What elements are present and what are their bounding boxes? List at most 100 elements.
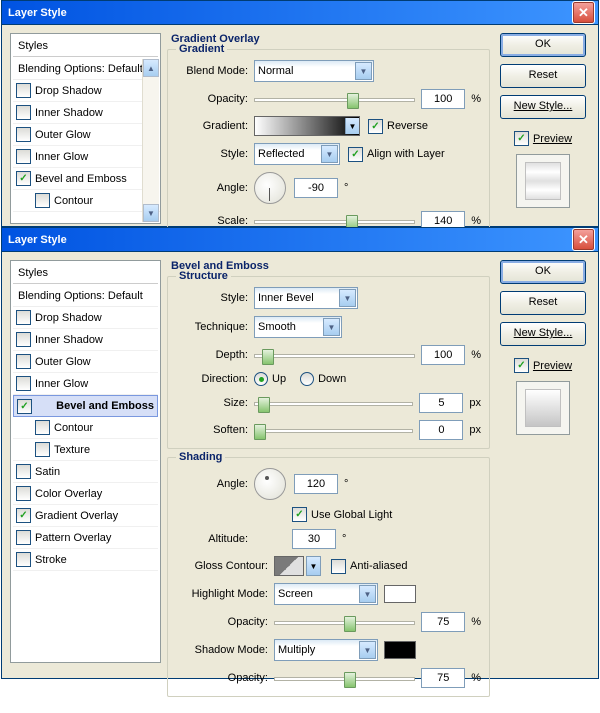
effect-label: Inner Shadow — [35, 107, 103, 119]
effect-checkbox[interactable] — [16, 530, 31, 545]
highlight-color-picker[interactable] — [384, 585, 416, 603]
highlight-opacity-value[interactable]: 75 — [421, 612, 465, 632]
effect-drop-shadow[interactable]: Drop Shadow — [13, 80, 144, 102]
direction-down-radio[interactable] — [300, 372, 314, 386]
anti-aliased-checkbox[interactable] — [331, 559, 346, 574]
blending-options-row[interactable]: Blending Options: Default — [13, 59, 158, 80]
size-label: Size: — [176, 397, 254, 409]
new-style-button[interactable]: New Style... — [500, 95, 586, 119]
style-select[interactable]: Reflected▼ — [254, 143, 340, 165]
effect-contour[interactable]: Contour — [13, 417, 158, 439]
effect-outer-glow[interactable]: Outer Glow — [13, 124, 144, 146]
effect-checkbox[interactable] — [16, 105, 31, 120]
preview-checkbox[interactable]: ✓ — [514, 131, 529, 146]
blending-options-row[interactable]: Blending Options: Default — [13, 286, 158, 307]
effect-inner-shadow[interactable]: Inner Shadow — [13, 329, 158, 351]
effect-checkbox[interactable] — [35, 193, 50, 208]
shadow-mode-label: Shadow Mode: — [176, 644, 274, 656]
angle-value[interactable]: -90 — [294, 178, 338, 198]
effect-checkbox[interactable] — [16, 149, 31, 164]
opacity-slider[interactable] — [254, 91, 415, 107]
shadow-color-picker[interactable] — [384, 641, 416, 659]
effect-inner-glow[interactable]: Inner Glow — [13, 146, 144, 168]
effect-label: Color Overlay — [35, 488, 102, 500]
scale-label: Scale: — [176, 215, 254, 227]
effect-checkbox[interactable] — [16, 376, 31, 391]
angle-dial[interactable] — [254, 172, 286, 204]
group-title: Structure — [176, 270, 231, 282]
ok-button[interactable]: OK — [500, 33, 586, 57]
gloss-contour-label: Gloss Contour: — [176, 560, 274, 572]
effect-inner-glow[interactable]: Inner Glow — [13, 373, 158, 395]
depth-value[interactable]: 100 — [421, 345, 465, 365]
effect-checkbox[interactable] — [16, 552, 31, 567]
depth-slider[interactable] — [254, 347, 415, 363]
effect-checkbox[interactable] — [16, 310, 31, 325]
altitude-value[interactable]: 30 — [292, 529, 336, 549]
soften-slider[interactable] — [254, 422, 413, 438]
effect-contour[interactable]: Contour — [13, 190, 161, 212]
shadow-opacity-slider[interactable] — [274, 670, 415, 686]
new-style-button[interactable]: New Style... — [500, 322, 586, 346]
effect-checkbox[interactable] — [35, 420, 50, 435]
global-light-checkbox[interactable]: ✓ — [292, 507, 307, 522]
effect-gradient-overlay[interactable]: ✓Gradient Overlay — [13, 505, 158, 527]
effect-outer-glow[interactable]: Outer Glow — [13, 351, 158, 373]
effect-checkbox[interactable]: ✓ — [16, 508, 31, 523]
soften-value[interactable]: 0 — [419, 420, 463, 440]
gradient-picker[interactable]: ▼ — [254, 116, 360, 136]
ok-button[interactable]: OK — [500, 260, 586, 284]
effect-checkbox[interactable] — [16, 486, 31, 501]
styles-header[interactable]: Styles — [13, 263, 158, 284]
effect-checkbox[interactable] — [16, 332, 31, 347]
reset-button[interactable]: Reset — [500, 64, 586, 88]
effect-checkbox[interactable] — [16, 464, 31, 479]
effect-checkbox[interactable] — [16, 127, 31, 142]
effect-checkbox[interactable] — [35, 442, 50, 457]
technique-select[interactable]: Smooth▼ — [254, 316, 342, 338]
effect-color-overlay[interactable]: Color Overlay — [13, 483, 158, 505]
right-buttons: OK Reset New Style... ✓Preview — [496, 33, 590, 248]
close-icon[interactable]: ✕ — [572, 228, 595, 251]
style-select[interactable]: Inner Bevel▼ — [254, 287, 358, 309]
styles-header[interactable]: Styles — [13, 36, 158, 57]
effect-checkbox[interactable] — [16, 354, 31, 369]
effect-checkbox[interactable]: ✓ — [17, 399, 32, 414]
effect-stroke[interactable]: Stroke — [13, 549, 158, 571]
opacity-value[interactable]: 100 — [421, 89, 465, 109]
effect-bevel-and-emboss[interactable]: ✓Bevel and Emboss — [13, 168, 144, 190]
angle-value[interactable]: 120 — [294, 474, 338, 494]
effect-texture[interactable]: Texture — [13, 439, 158, 461]
chevron-down-icon[interactable]: ▼ — [306, 556, 321, 576]
scroll-up-icon[interactable]: ▲ — [143, 59, 159, 77]
effect-satin[interactable]: Satin — [13, 461, 158, 483]
effect-bevel-and-emboss[interactable]: ✓Bevel and Emboss — [13, 395, 158, 417]
title-bar[interactable]: Layer Style ✕ — [2, 1, 598, 25]
scrollbar[interactable]: ▲ ▼ — [142, 59, 159, 222]
preview-checkbox[interactable]: ✓ — [514, 358, 529, 373]
close-icon[interactable]: ✕ — [572, 1, 595, 24]
effect-pattern-overlay[interactable]: Pattern Overlay — [13, 527, 158, 549]
shadow-mode-select[interactable]: Multiply▼ — [274, 639, 378, 661]
highlight-mode-select[interactable]: Screen▼ — [274, 583, 378, 605]
title-bar[interactable]: Layer Style ✕ — [2, 228, 598, 252]
chevron-down-icon[interactable]: ▼ — [345, 118, 359, 134]
angle-dial[interactable] — [254, 468, 286, 500]
gloss-contour-picker[interactable] — [274, 556, 304, 576]
chevron-down-icon: ▼ — [321, 145, 338, 163]
size-slider[interactable] — [254, 395, 413, 411]
direction-up-radio[interactable] — [254, 372, 268, 386]
effect-drop-shadow[interactable]: Drop Shadow — [13, 307, 158, 329]
effect-inner-shadow[interactable]: Inner Shadow — [13, 102, 144, 124]
effect-checkbox[interactable] — [16, 83, 31, 98]
shadow-opacity-value[interactable]: 75 — [421, 668, 465, 688]
align-checkbox[interactable]: ✓ — [348, 147, 363, 162]
reset-button[interactable]: Reset — [500, 291, 586, 315]
effect-checkbox[interactable]: ✓ — [16, 171, 31, 186]
highlight-opacity-slider[interactable] — [274, 614, 415, 630]
scroll-down-icon[interactable]: ▼ — [143, 204, 159, 222]
blend-mode-select[interactable]: Normal▼ — [254, 60, 374, 82]
size-value[interactable]: 5 — [419, 393, 463, 413]
reverse-checkbox[interactable]: ✓ — [368, 119, 383, 134]
angle-unit: ° — [344, 182, 348, 194]
